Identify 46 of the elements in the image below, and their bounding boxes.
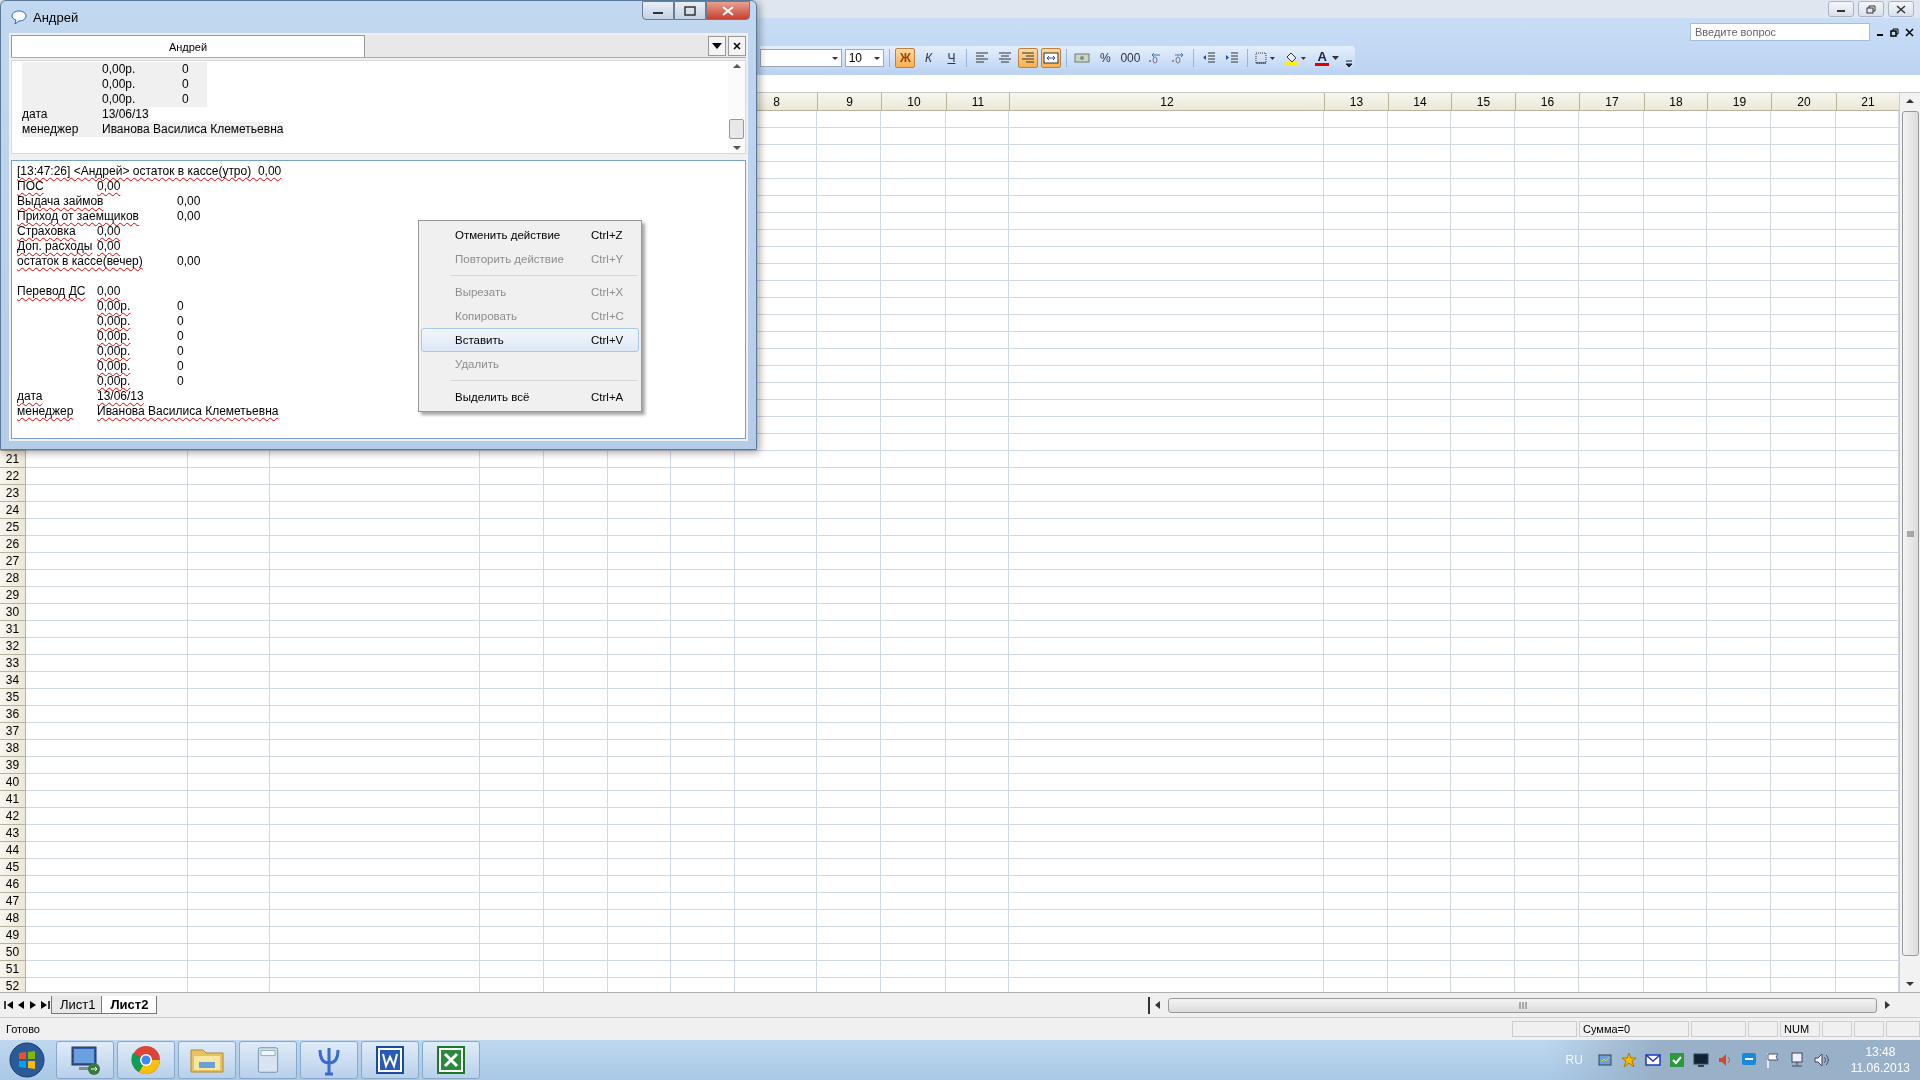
message-text: 0,00 <box>97 224 121 238</box>
message-text: Приход от заемщиков <box>17 209 139 223</box>
history-text: Иванова Василиса Клеметьевна <box>102 122 284 137</box>
message-text: 0,00 <box>97 284 121 298</box>
message-text: 0 <box>177 329 184 344</box>
message-text: 0,00 <box>177 254 201 269</box>
history-text: дата <box>22 107 49 122</box>
message-text: Доп. расходы <box>17 239 93 253</box>
history-text: менеджер <box>22 122 80 137</box>
message-text: 0,00р. <box>97 374 131 388</box>
message-text: 0 <box>177 359 184 374</box>
message-text: 0,00р. <box>97 314 131 328</box>
history-text: 0 <box>182 92 190 107</box>
message-text: Иванова Василиса Клеметьевна <box>97 404 279 418</box>
num-lock-indicator: NUM <box>1780 1021 1820 1037</box>
message-text: 0,00р. <box>97 329 131 343</box>
message-text: 0 <box>177 344 184 359</box>
history-text: 0,00р. <box>102 92 137 107</box>
message-text: остаток в кассе(вечер) <box>17 254 143 268</box>
message-text: [13:47:26] <Андрей> остаток в кассе(утро) 0,00 <box>17 164 282 179</box>
history-text: 0,00р. <box>102 77 137 92</box>
message-text: 0 <box>177 314 184 329</box>
message-text: дата <box>17 389 43 403</box>
window-title: Андрей <box>33 9 79 25</box>
history-text: 0,00р. <box>102 62 137 77</box>
message-text: Выдача займов <box>17 194 104 208</box>
message-text: 0 <box>177 374 184 389</box>
font-size-value: 10 <box>848 51 862 65</box>
message-text: Страховка <box>17 224 76 238</box>
message-text: 0,00 <box>177 194 201 209</box>
message-text: 0 <box>177 299 184 314</box>
message-text: 0,00 <box>177 209 201 224</box>
message-text: 0,00 <box>97 179 121 193</box>
message-text: 13/06/13 <box>97 389 144 403</box>
message-text: менеджер <box>17 404 74 418</box>
history-text: 13/06/13 <box>102 107 149 122</box>
history-text: 0 <box>182 62 190 77</box>
message-text: 0,00р. <box>97 344 131 358</box>
status-text: Готово <box>5 1023 40 1035</box>
message-text: ПОС <box>17 179 44 193</box>
message-text: 0,00р. <box>97 359 131 373</box>
message-text: 0,00 <box>97 239 121 253</box>
message-text: 0,00р. <box>97 299 131 313</box>
sum-indicator: Сумма=0 <box>1579 1021 1689 1037</box>
history-text: 0 <box>182 77 190 92</box>
message-text: Перевод ДС <box>17 284 86 298</box>
